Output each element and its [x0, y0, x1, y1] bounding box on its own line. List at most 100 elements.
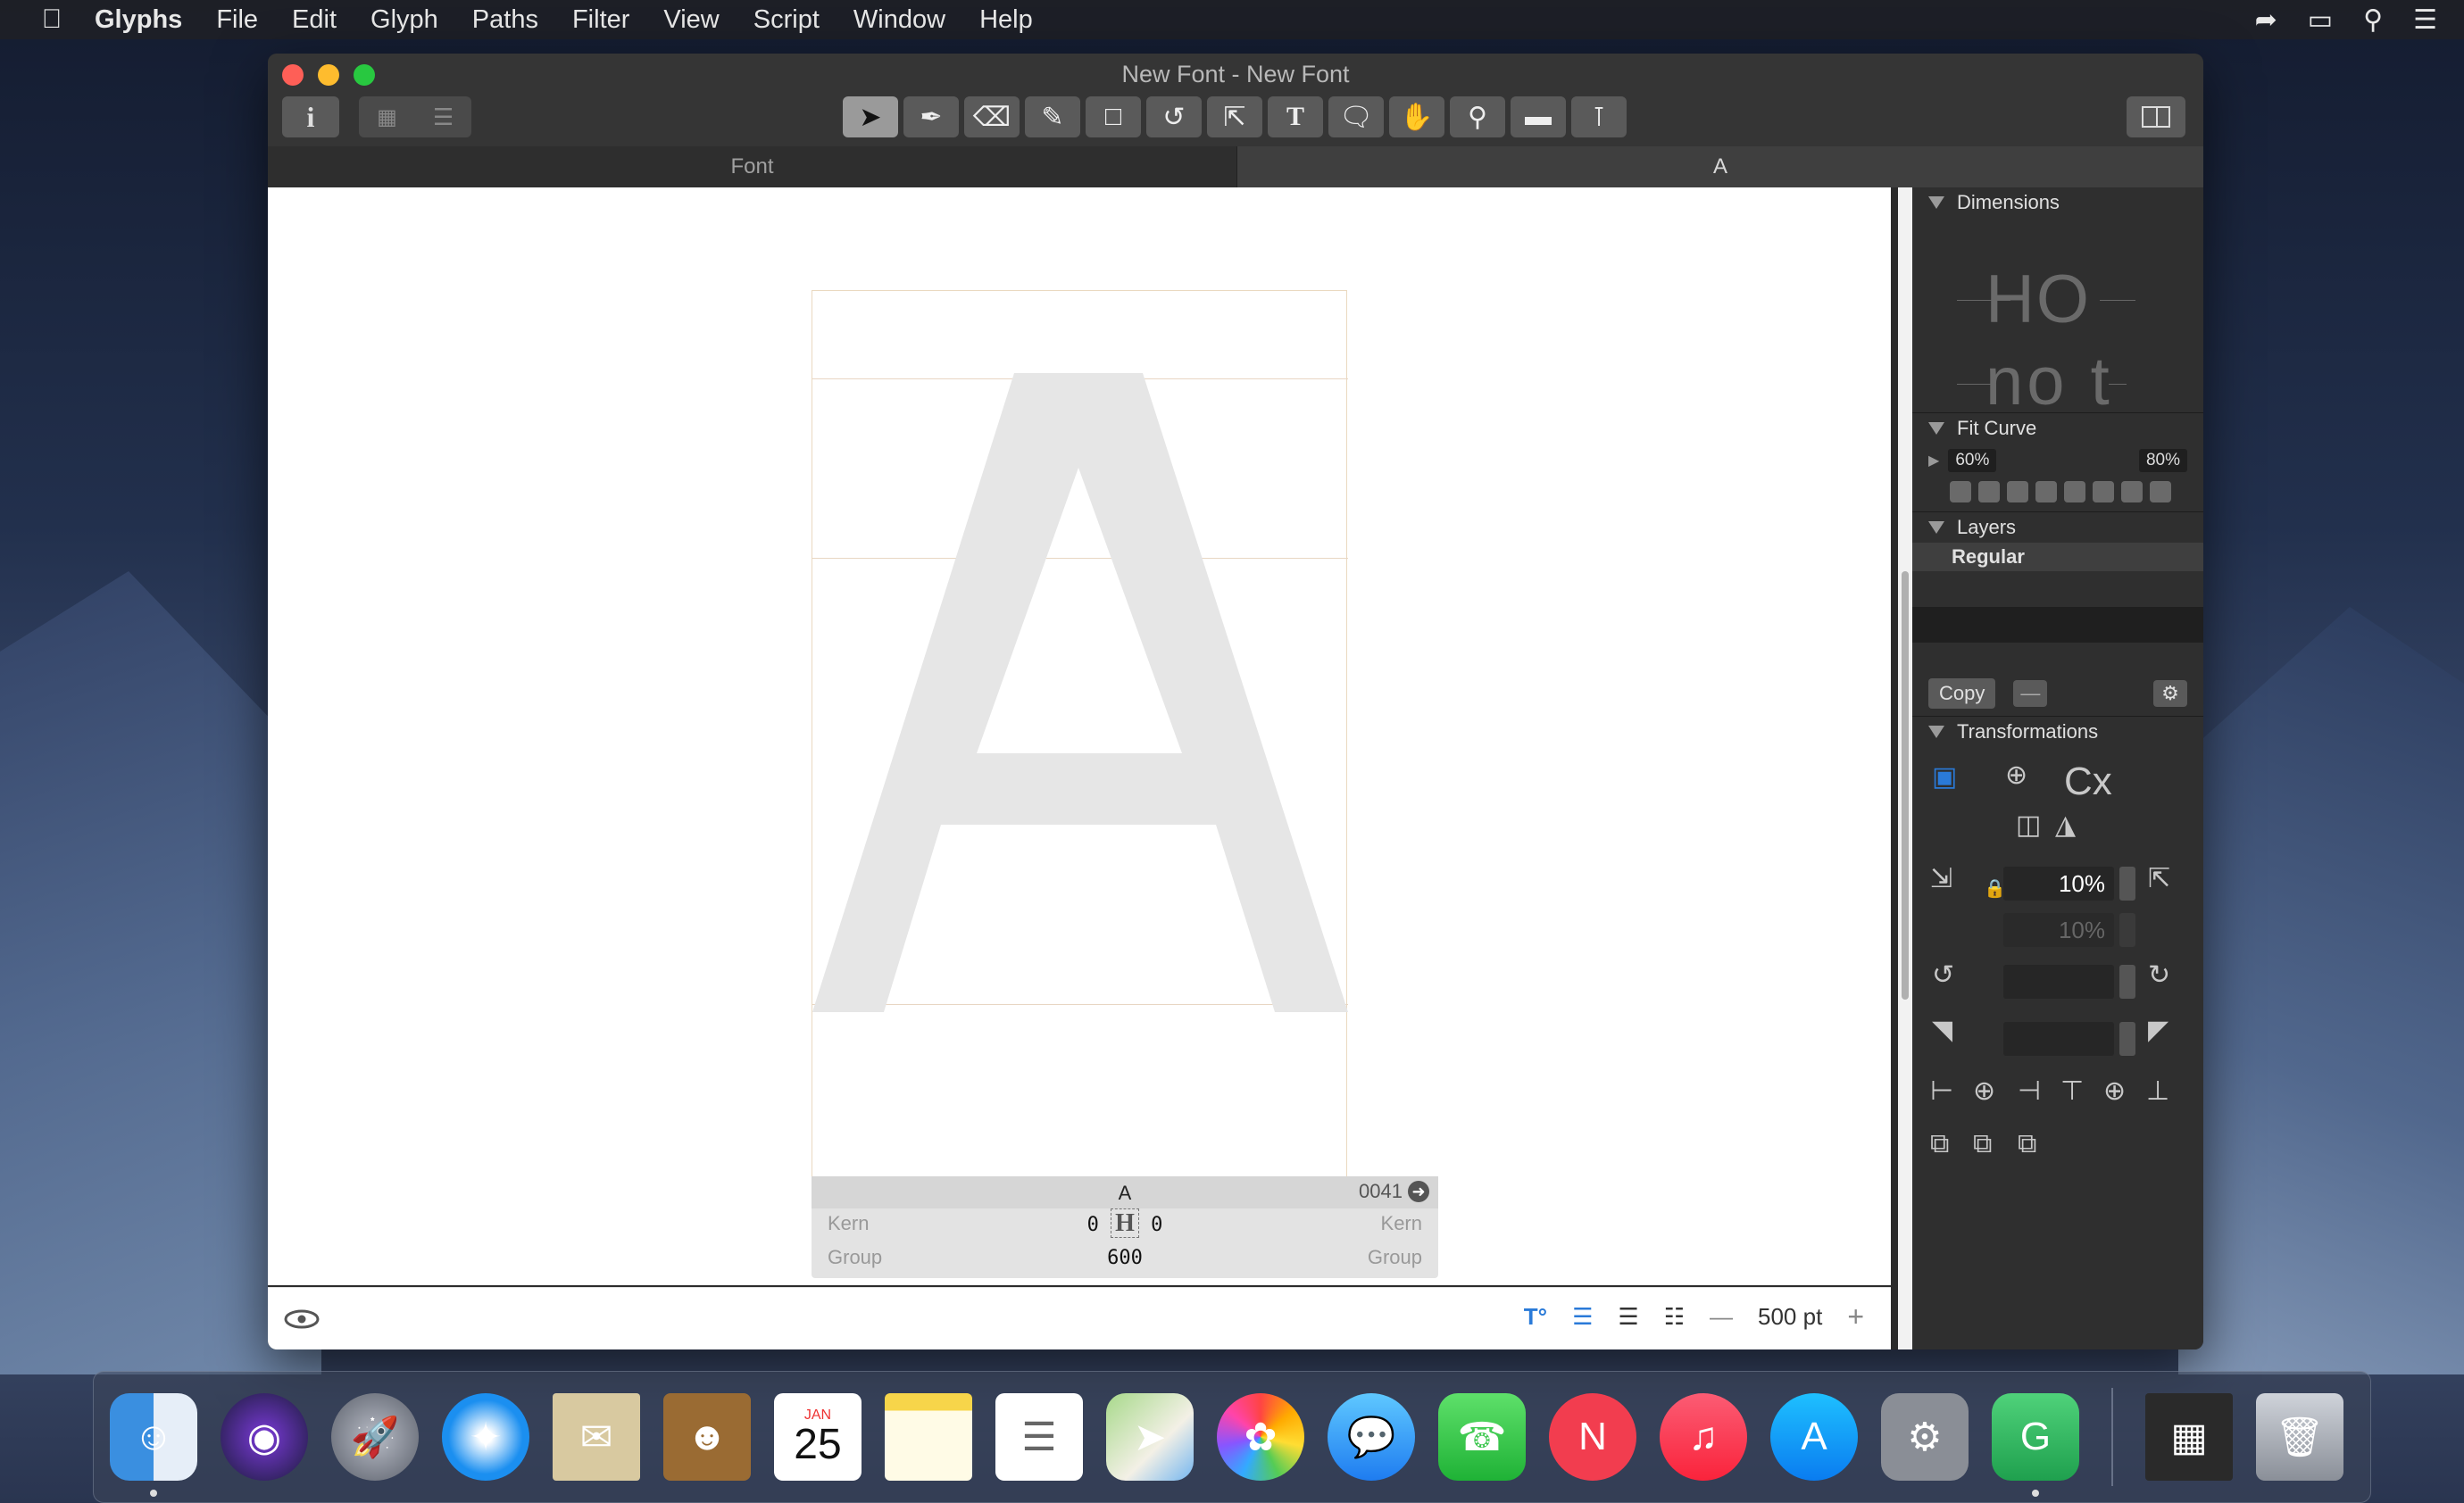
align-right-icon[interactable]: ⊣: [2018, 1075, 2041, 1107]
slant-field[interactable]: [2003, 1022, 2114, 1056]
rotate-cw-icon[interactable]: ↻: [2148, 959, 2170, 991]
rotate-field[interactable]: [2003, 965, 2114, 999]
cursor-status-icon[interactable]: ➦: [2255, 4, 2277, 36]
measurement-tool-icon[interactable]: ▬: [1511, 96, 1566, 137]
fit-curve-max[interactable]: 80%: [2138, 449, 2187, 472]
siri-icon[interactable]: ◉: [221, 1393, 308, 1481]
notification-center-icon[interactable]: ☰: [2413, 4, 2437, 36]
pencil-tool-icon[interactable]: ✎: [1025, 96, 1080, 137]
canvas-area[interactable]: A 0041 ➜ Kern 0 H 0 Kern Group 600 Group: [268, 187, 1891, 1285]
fit-curve-min[interactable]: 60%: [1948, 449, 1997, 472]
spotlight-search-icon[interactable]: ⚲: [2363, 4, 2383, 36]
remove-layer-button[interactable]: —: [2013, 680, 2048, 707]
messages-icon[interactable]: 💬: [1328, 1393, 1415, 1481]
scale-x-field[interactable]: 10%: [2003, 867, 2114, 901]
fit-curve-step-button[interactable]: [2064, 481, 2085, 502]
safari-icon[interactable]: ✦: [442, 1393, 529, 1481]
align-middle-icon[interactable]: ⊕: [2103, 1075, 2126, 1107]
primitives-tool-icon[interactable]: □: [1086, 96, 1141, 137]
news-icon[interactable]: N: [1549, 1393, 1636, 1481]
tab-font[interactable]: Font: [268, 146, 1236, 187]
menu-edit[interactable]: Edit: [292, 5, 337, 35]
menu-window[interactable]: Window: [853, 5, 945, 35]
fit-curve-step-button[interactable]: [2121, 481, 2143, 502]
scale-y-stepper[interactable]: [2119, 913, 2135, 947]
scale-down-icon[interactable]: ⇲: [1930, 863, 1952, 894]
gear-icon[interactable]: ⚙: [2153, 680, 2187, 707]
menu-app-name[interactable]: Glyphs: [95, 5, 182, 35]
advance-width[interactable]: 600: [828, 1247, 1422, 1269]
play-triangle-icon[interactable]: ▶: [1928, 452, 1939, 469]
text-tool-icon[interactable]: T: [1268, 96, 1323, 137]
layer-item-regular[interactable]: Regular: [1912, 543, 2203, 571]
rotate-ccw-icon[interactable]: ↺: [1932, 959, 1954, 991]
glyph-outline[interactable]: [812, 373, 1348, 1012]
notes-icon[interactable]: [885, 1393, 972, 1481]
slant-right-icon[interactable]: ◤: [2148, 1015, 2168, 1046]
slant-left-icon[interactable]: ◥: [1932, 1015, 1952, 1046]
menu-script[interactable]: Script: [753, 5, 820, 35]
fit-curve-step-button[interactable]: [1978, 481, 2000, 502]
grid-view-icon[interactable]: ▦: [359, 104, 415, 130]
slant-stepper[interactable]: [2119, 1022, 2135, 1056]
fit-curve-step-button[interactable]: [2007, 481, 2028, 502]
menu-paths[interactable]: Paths: [472, 5, 538, 35]
fit-curve-step-button[interactable]: [2150, 481, 2171, 502]
airplay-icon[interactable]: ▭: [2308, 4, 2333, 36]
tab-glyph-a[interactable]: A: [1236, 146, 2203, 187]
draw-pen-tool-icon[interactable]: ✒: [903, 96, 959, 137]
subtract-icon[interactable]: ⧉: [1973, 1129, 1992, 1159]
menu-glyph[interactable]: Glyph: [370, 5, 438, 35]
rsb-value[interactable]: 0: [1151, 1214, 1162, 1236]
mail-icon[interactable]: ✉: [553, 1393, 640, 1481]
align-bottom-icon[interactable]: ⊥: [2146, 1075, 2169, 1107]
union-icon[interactable]: ⧉: [1930, 1129, 1949, 1159]
glyph-name-label[interactable]: A: [812, 1182, 1438, 1205]
hand-tool-icon[interactable]: ✋: [1389, 96, 1444, 137]
toggle-sidebar-button[interactable]: [2127, 96, 2185, 137]
scale-up-icon[interactable]: ⇱: [2148, 863, 2170, 894]
crosshair-icon[interactable]: ⊕: [2005, 760, 2027, 791]
menu-view[interactable]: View: [663, 5, 719, 35]
align-right-icon[interactable]: ☰: [1618, 1303, 1638, 1331]
transformations-header[interactable]: Transformations: [1912, 717, 2203, 747]
lsb-value[interactable]: 0: [1087, 1214, 1099, 1236]
unicode-field[interactable]: 0041 ➜: [1359, 1180, 1429, 1203]
cx-icon[interactable]: Cx: [2064, 760, 2112, 804]
align-top-icon[interactable]: ⊤: [2060, 1075, 2084, 1107]
music-icon[interactable]: ♫: [1660, 1393, 1747, 1481]
calendar-icon[interactable]: JAN 25: [774, 1393, 862, 1481]
disclosure-triangle-icon[interactable]: [1928, 196, 1944, 209]
select-tool-icon[interactable]: ➤: [843, 96, 898, 137]
align-center-horizontal-icon[interactable]: ⊕: [1973, 1075, 1995, 1107]
text-options-icon[interactable]: T°: [1524, 1303, 1547, 1331]
annotation-tool-icon[interactable]: 🗨: [1328, 96, 1384, 137]
scale-tool-icon[interactable]: ⇱: [1207, 96, 1262, 137]
arrow-right-icon[interactable]: ➜: [1408, 1181, 1429, 1202]
menu-help[interactable]: Help: [979, 5, 1033, 35]
dimensions-header[interactable]: Dimensions: [1912, 187, 2203, 218]
layers-header[interactable]: Layers: [1912, 512, 2203, 543]
vertical-scrollbar[interactable]: [1898, 187, 1912, 1349]
scale-x-stepper[interactable]: [2119, 867, 2135, 901]
mirror-horizontal-icon[interactable]: ◫: [2016, 810, 2041, 841]
vertical-scroll-thumb[interactable]: [1902, 571, 1909, 1000]
preview-eye-icon[interactable]: [284, 1309, 320, 1329]
scale-y-field[interactable]: 10%: [2003, 913, 2114, 947]
launchpad-icon[interactable]: 🚀: [331, 1393, 419, 1481]
glyphs-app-icon[interactable]: G: [1992, 1393, 2079, 1497]
fit-curve-step-button[interactable]: [2093, 481, 2114, 502]
mirror-vertical-icon[interactable]: ◮: [2055, 810, 2076, 841]
trash-icon[interactable]: 🗑: [2256, 1393, 2343, 1481]
transform-origin-icon[interactable]: ▣: [1932, 761, 1957, 793]
fit-curve-step-button[interactable]: [1950, 481, 1971, 502]
disclosure-triangle-icon[interactable]: [1928, 726, 1944, 738]
font-size-field[interactable]: 500 pt: [1758, 1303, 1822, 1331]
fit-curve-step-button[interactable]: [2035, 481, 2057, 502]
system-preferences-icon[interactable]: ⚙: [1881, 1393, 1969, 1481]
downloads-stack-icon[interactable]: ▦: [2145, 1393, 2233, 1481]
disclosure-triangle-icon[interactable]: [1928, 521, 1944, 534]
kerning-tool-icon[interactable]: ⊺: [1571, 96, 1627, 137]
edit-canvas[interactable]: A 0041 ➜ Kern 0 H 0 Kern Group 600 Group…: [268, 187, 1898, 1349]
list-view-icon[interactable]: ☰: [415, 104, 471, 131]
